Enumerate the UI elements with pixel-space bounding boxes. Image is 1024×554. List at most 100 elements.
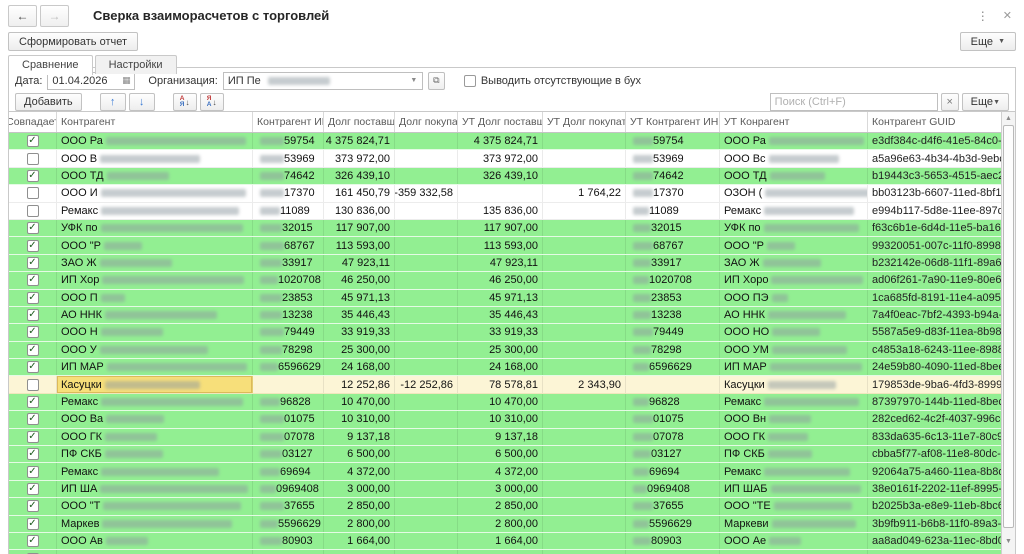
move-down-button[interactable]: ↓ <box>128 93 155 111</box>
counterparty-inn-cell[interactable]: 33917 <box>253 254 324 272</box>
row-checkbox[interactable]: ✓ <box>26 326 39 339</box>
buyer-debt-cell[interactable] <box>395 550 458 554</box>
table-row[interactable]: ✓ ПФ СКБ 03127 6 500,00 6 500,00 03127 ПФ СКБ c… <box>9 446 1001 464</box>
counterparty-cell[interactable]: Касуцки <box>57 376 253 393</box>
counterparty-guid-cell[interactable]: ad06f261-7a90-11e9-80e6-14dda... <box>868 272 1001 288</box>
counterparty-cell[interactable]: ООО У <box>57 341 253 359</box>
counterparty-guid-cell[interactable]: 179853de-9ba6-4fd3-8999-31801... <box>868 376 1001 392</box>
ut-counterparty-cell[interactable]: Ремакс <box>720 393 868 411</box>
ut-counterparty-cell[interactable]: ЗАО Ж <box>720 254 868 272</box>
counterparty-guid-cell[interactable]: f63c6b1e-6d4d-11e5-ba16-ac220... <box>868 220 1001 236</box>
ut-counterparty-cell[interactable]: ООО "Р <box>720 237 868 254</box>
back-button[interactable]: ← <box>8 4 37 27</box>
counterparty-guid-cell[interactable]: cbba5f77-af08-11e8-80dc-14dda9... <box>868 446 1001 462</box>
ut-counterparty-cell[interactable]: АО ННК <box>720 306 868 324</box>
ut-supplier-debt-cell[interactable]: 24 168,00 <box>458 359 543 376</box>
ut-buyer-debt-cell[interactable] <box>543 237 626 254</box>
ut-counterparty-cell[interactable]: ООО Вс <box>720 150 868 167</box>
buyer-debt-cell[interactable] <box>395 202 458 219</box>
counterparty-cell[interactable]: ООО Ра <box>57 133 253 150</box>
supplier-debt-cell[interactable]: 3 000,00 <box>324 480 395 498</box>
column-header-counterparty-guid[interactable]: Контрагент GUID <box>868 112 1001 132</box>
ut-supplier-debt-cell[interactable]: 25 300,00 <box>458 341 543 359</box>
table-row[interactable]: ООО И 17370 161 450,79 -359 332,58 1 764,22 1… <box>9 185 1001 203</box>
table-row[interactable]: ✓ ООО ТД 74642 326 439,10 326 439,10 74642 ООО… <box>9 167 1001 186</box>
ut-buyer-debt-cell[interactable] <box>543 428 626 446</box>
counterparty-inn-cell[interactable]: 11089 <box>253 202 324 219</box>
row-checkbox[interactable]: ✓ <box>26 222 39 235</box>
column-header-supplier-debt[interactable]: Долг поставщика <box>324 112 395 132</box>
ut-counterparty-inn-cell[interactable]: 07078 <box>626 428 720 446</box>
supplier-debt-cell[interactable]: 6 500,00 <box>324 446 395 463</box>
ut-supplier-debt-cell[interactable]: 2 850,00 <box>458 498 543 515</box>
counterparty-cell[interactable]: ООО В <box>57 150 253 167</box>
table-row[interactable]: Касуцки 12 252,86 -12 252,86 78 578,81 2 343… <box>9 376 1001 394</box>
buyer-debt-cell[interactable] <box>395 498 458 515</box>
table-row[interactable]: ✓ ЗАО Ж 33917 47 923,11 47 923,11 33917 ЗАО Ж b… <box>9 254 1001 273</box>
counterparty-cell[interactable]: ПФ СКБ <box>57 446 253 463</box>
counterparty-cell[interactable]: ООО ТД <box>57 167 253 185</box>
ut-counterparty-cell[interactable]: ООО ГК <box>720 428 868 446</box>
ut-buyer-debt-cell[interactable] <box>543 341 626 359</box>
counterparty-cell[interactable]: Ремакс <box>57 463 253 480</box>
matches-cell[interactable]: ✓ <box>9 289 57 306</box>
ut-counterparty-inn-cell[interactable]: 11089 <box>626 202 720 219</box>
row-checkbox[interactable]: ✓ <box>26 343 39 356</box>
row-checkbox[interactable]: ✓ <box>26 535 39 548</box>
counterparty-cell[interactable]: ООО Ва <box>57 411 253 428</box>
table-row[interactable]: ✓ УФК по 32015 117 907,00 117 907,00 32015 УФК… <box>9 219 1001 238</box>
ut-counterparty-cell[interactable]: ООО "ТЕ <box>720 498 868 515</box>
table-row[interactable]: ✓ Ремакс 69694 4 372,00 4 372,00 69694 Ремакс 9… <box>9 463 1001 481</box>
table-row[interactable]: ✓ ООО П 23853 45 971,13 45 971,13 23853 ООО ПЭ… <box>9 289 1001 307</box>
matches-cell[interactable]: ✓ <box>9 254 57 272</box>
counterparty-guid-cell[interactable]: 87397970-144b-11ed-8bec-00d8... <box>868 394 1001 410</box>
column-header-ut-counterparty[interactable]: УТ Конрагент <box>720 112 868 132</box>
matches-cell[interactable]: ✓ <box>9 341 57 359</box>
ut-supplier-debt-cell[interactable]: 10 470,00 <box>458 393 543 411</box>
ut-counterparty-cell[interactable]: ООО УМ <box>720 341 868 359</box>
ut-counterparty-cell[interactable]: ООО ТД <box>720 167 868 185</box>
ut-counterparty-inn-cell[interactable]: 37655 <box>626 498 720 515</box>
ut-buyer-debt-cell[interactable] <box>543 480 626 498</box>
counterparty-inn-cell[interactable]: 37655 <box>253 498 324 515</box>
ut-counterparty-inn-cell[interactable] <box>626 376 720 393</box>
ut-counterparty-cell[interactable]: ООО Ра <box>720 133 868 150</box>
counterparty-guid-cell[interactable]: bb03123b-6607-11ed-8bf1-00d86... <box>868 185 1001 201</box>
move-up-button[interactable]: ↑ <box>99 93 126 111</box>
supplier-debt-cell[interactable]: 12 252,86 <box>324 376 395 393</box>
row-checkbox[interactable]: ✓ <box>26 430 39 443</box>
counterparty-guid-cell[interactable]: 833da635-6c13-11e7-80c9-14dd... <box>868 429 1001 445</box>
ut-counterparty-cell[interactable]: ОЗОН ( <box>720 185 868 202</box>
buyer-debt-cell[interactable] <box>395 324 458 341</box>
ut-buyer-debt-cell[interactable] <box>543 498 626 515</box>
counterparty-cell[interactable]: Маркев <box>57 515 253 532</box>
counterparty-guid-cell[interactable]: 1ca685fd-8191-11e4-a095-ac220... <box>868 290 1001 306</box>
buyer-debt-cell[interactable] <box>395 393 458 411</box>
row-checkbox[interactable]: ✓ <box>26 500 39 513</box>
counterparty-inn-cell[interactable]: 0969408 <box>253 480 324 498</box>
counterparty-inn-cell[interactable]: 68767 <box>253 237 324 254</box>
ut-supplier-debt-cell[interactable]: 47 923,11 <box>458 254 543 272</box>
table-row[interactable]: ✓ ИП ША 0969408 3 000,00 3 000,00 0969408 ИП Ш… <box>9 480 1001 499</box>
counterparty-inn-cell[interactable]: 1020708 <box>253 272 324 289</box>
row-checkbox[interactable]: ✓ <box>26 396 39 409</box>
counterparty-cell[interactable]: ООО ГК <box>57 428 253 446</box>
matches-cell[interactable]: ✓ <box>9 498 57 515</box>
buyer-debt-cell[interactable] <box>395 359 458 376</box>
forward-button[interactable]: → <box>40 4 69 27</box>
counterparty-inn-cell[interactable]: 78298 <box>253 341 324 359</box>
supplier-debt-cell[interactable]: 10 310,00 <box>324 411 395 428</box>
matches-cell[interactable]: ✓ <box>9 133 57 150</box>
counterparty-guid-cell[interactable]: b2025b3a-e8e9-11eb-8bc6-00d8... <box>868 498 1001 514</box>
buyer-debt-cell[interactable] <box>395 150 458 167</box>
ut-supplier-debt-cell[interactable]: 3 000,00 <box>458 480 543 498</box>
table-row[interactable]: ✓ ООО ГК 07078 9 137,18 9 137,18 07078 ООО ГК 8… <box>9 428 1001 447</box>
table-row[interactable]: ✓ ООО Ра 59754 4 375 824,71 4 375 824,71 5975… <box>9 133 1001 151</box>
row-checkbox[interactable]: ✓ <box>26 413 39 426</box>
ut-buyer-debt-cell[interactable] <box>543 254 626 272</box>
counterparty-guid-cell[interactable]: 24e59b80-4090-11ed-8bee-00d8... <box>868 359 1001 375</box>
ut-counterparty-inn-cell[interactable]: 78298 <box>626 341 720 359</box>
ut-counterparty-cell[interactable]: ООО ПЭ <box>720 289 868 306</box>
ut-supplier-debt-cell[interactable]: 35 446,43 <box>458 306 543 324</box>
counterparty-inn-cell[interactable]: 79449 <box>253 324 324 341</box>
